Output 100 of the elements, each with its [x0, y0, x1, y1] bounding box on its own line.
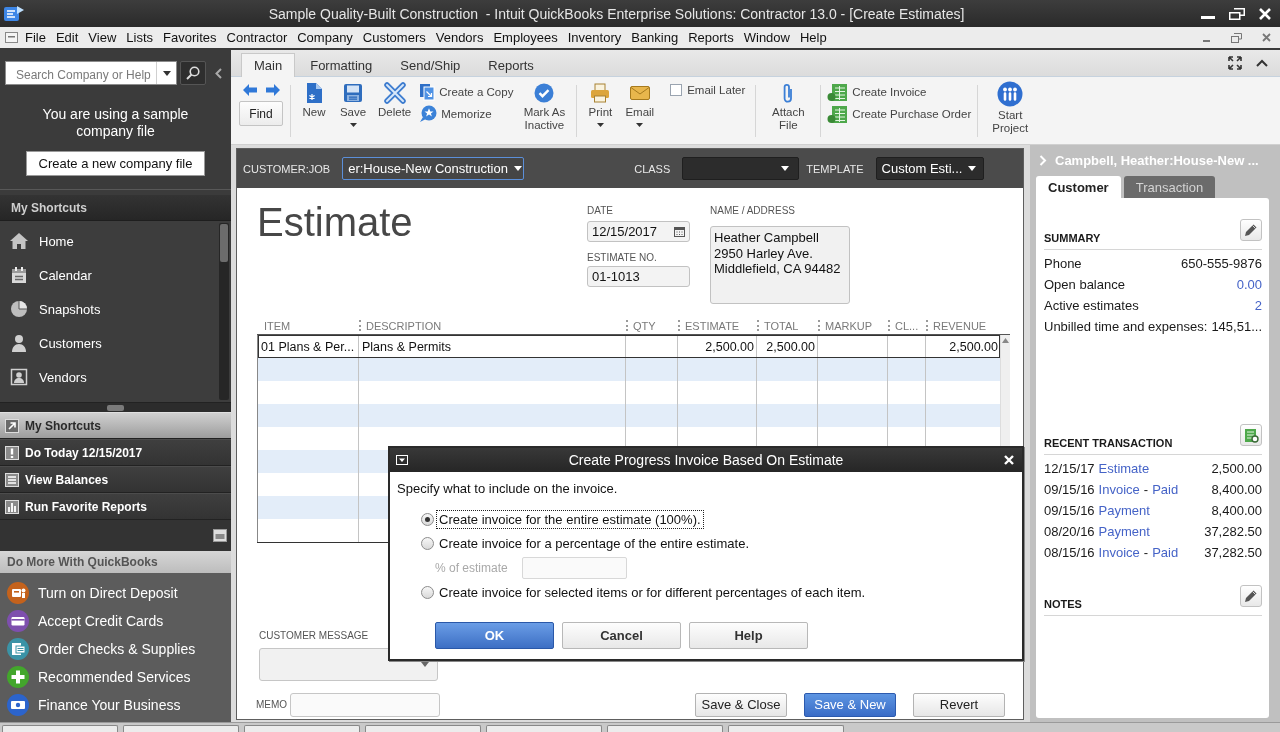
- promo-item[interactable]: Finance Your Business: [0, 691, 231, 719]
- edit-button[interactable]: [1240, 219, 1262, 241]
- toolbar-link[interactable]: Memorize: [419, 103, 514, 125]
- sidebar-tab[interactable]: View Balances: [0, 466, 231, 493]
- edit-button[interactable]: [1240, 585, 1262, 607]
- find-button[interactable]: Find: [239, 101, 283, 126]
- date-field[interactable]: 12/15/2017: [587, 221, 690, 242]
- menu-item[interactable]: Favorites: [158, 28, 222, 47]
- chevron-left-icon[interactable]: [215, 67, 222, 79]
- ribbon-tab[interactable]: Formatting: [297, 53, 386, 76]
- radio-button[interactable]: [421, 585, 434, 599]
- menu-item[interactable]: Window: [738, 28, 795, 47]
- shortcut-item[interactable]: Calendar: [0, 258, 219, 292]
- panel-tab[interactable]: Customer: [1036, 176, 1121, 198]
- splitter-handle[interactable]: [107, 404, 124, 411]
- menu-item[interactable]: File: [20, 28, 51, 47]
- sidebar-tab[interactable]: My Shortcuts: [0, 412, 231, 439]
- transaction-link[interactable]: Invoice: [1098, 545, 1140, 560]
- status-link[interactable]: Paid: [1152, 482, 1179, 497]
- option-label[interactable]: Create invoice for a percentage of the entire estimate.: [437, 534, 751, 552]
- dialog-button[interactable]: Help: [689, 622, 808, 649]
- radio-button[interactable]: [421, 512, 434, 526]
- toolbar-button[interactable]: Mark As Inactive: [518, 81, 571, 132]
- caret-up-icon[interactable]: [1256, 59, 1268, 67]
- estimate-number-field[interactable]: 01-1013: [587, 266, 690, 287]
- menu-item[interactable]: Contractor: [221, 28, 293, 47]
- toolbar-button[interactable]: Print: [583, 81, 618, 127]
- scrollbar[interactable]: [219, 223, 229, 400]
- checkbox[interactable]: [670, 83, 683, 96]
- create-company-button[interactable]: Create a new company file: [26, 151, 205, 176]
- menu-item[interactable]: Banking: [626, 28, 684, 47]
- field-label: CUSTOMER:JOB: [243, 162, 331, 175]
- toolbar-button[interactable]: Save: [336, 81, 370, 127]
- menu-item[interactable]: Reports: [683, 28, 739, 47]
- dialog-button[interactable]: OK: [435, 622, 554, 649]
- toolbar-button[interactable]: Attach File: [762, 81, 815, 132]
- triangle-up-icon[interactable]: [1002, 338, 1009, 343]
- toolbar-button[interactable]: New: [297, 81, 331, 119]
- menu-item[interactable]: Inventory: [562, 28, 627, 47]
- promo-item[interactable]: Order Checks & Supplies: [0, 635, 231, 663]
- menu-item[interactable]: Vendors: [430, 28, 489, 47]
- option-label[interactable]: Create invoice for the entire estimate (100%).: [437, 510, 703, 528]
- transaction-link[interactable]: Payment: [1098, 503, 1150, 518]
- shortcut-item[interactable]: Customers: [0, 326, 219, 360]
- status-link[interactable]: Paid: [1152, 545, 1179, 560]
- menu-item[interactable]: Edit: [50, 28, 84, 47]
- customer-job-dropdown[interactable]: er:House-New Construction: [342, 157, 525, 180]
- transaction-link[interactable]: Payment: [1098, 524, 1150, 539]
- ribbon-tab[interactable]: Reports: [475, 53, 547, 76]
- promo-item[interactable]: Turn on Direct Deposit: [0, 579, 231, 607]
- arrow-right-icon[interactable]: [265, 84, 280, 96]
- shortcut-item[interactable]: Home: [0, 224, 219, 258]
- search-button[interactable]: [180, 61, 206, 85]
- restore-icon[interactable]: [1229, 7, 1245, 20]
- form-button[interactable]: Save & New: [804, 692, 896, 717]
- toolbar-link[interactable]: Create a Copy: [419, 81, 514, 103]
- menu-item[interactable]: View: [83, 28, 122, 47]
- radio-button[interactable]: [421, 536, 434, 550]
- toolbar-button[interactable]: Email: [622, 81, 658, 127]
- transaction-link[interactable]: Invoice: [1098, 482, 1140, 497]
- ribbon-tab[interactable]: Main: [241, 53, 296, 77]
- menu-item[interactable]: Employees: [488, 28, 563, 47]
- menu-item[interactable]: Company: [292, 28, 358, 47]
- address-field[interactable]: Heather Campbell 2950 Harley Ave. Middlefield, CA 94482: [710, 226, 850, 304]
- sidebar-tab[interactable]: Run Favorite Reports: [0, 493, 231, 520]
- ribbon-tab[interactable]: Send/Ship: [387, 53, 474, 76]
- form-button[interactable]: Revert: [913, 692, 1005, 717]
- arrow-left-icon[interactable]: [242, 84, 257, 96]
- toolbar-link[interactable]: Create Invoice: [827, 81, 972, 103]
- panel-tab[interactable]: Transaction: [1123, 176, 1216, 198]
- template-dropdown[interactable]: Custom Esti...: [875, 157, 984, 180]
- shortcut-item[interactable]: Vendors: [0, 360, 219, 394]
- paperclip-icon: [782, 82, 795, 103]
- shortcut-item[interactable]: Snapshots: [0, 292, 219, 326]
- summary-link[interactable]: 2: [1254, 298, 1262, 313]
- transaction-link[interactable]: Estimate: [1098, 461, 1150, 476]
- report-button[interactable]: [1240, 424, 1262, 446]
- memo-field[interactable]: [290, 692, 440, 717]
- table-row[interactable]: 01 Plans & Per... Plans & Permits 2,500.00 2,500.00 2,500.00: [258, 335, 1000, 358]
- promo-item[interactable]: Accept Credit Cards: [0, 607, 231, 635]
- toolbar-button[interactable]: Delete: [375, 81, 415, 119]
- option-label[interactable]: Create invoice for selected items or for different percentages of each item.: [437, 583, 868, 601]
- caret-down-icon[interactable]: [162, 70, 171, 76]
- sidebar-tab[interactable]: Do Today 12/15/2017: [0, 439, 231, 466]
- calendar-icon[interactable]: [674, 226, 685, 237]
- window-tab-bar[interactable]: [0, 722, 1280, 732]
- summary-link[interactable]: 0.00: [1236, 277, 1262, 292]
- menu-item[interactable]: Lists: [121, 28, 159, 47]
- menu-item[interactable]: Customers: [357, 28, 431, 47]
- menu-item[interactable]: Help: [795, 28, 832, 47]
- expand-icon[interactable]: [1228, 56, 1242, 70]
- form-button[interactable]: Save & Close: [695, 692, 787, 717]
- toolbar-link[interactable]: Create Purchase Order: [827, 103, 972, 125]
- promo-item[interactable]: Recommended Services: [0, 663, 231, 691]
- panel-toggle-icon[interactable]: [213, 529, 227, 542]
- dialog-button[interactable]: Cancel: [562, 622, 681, 649]
- checkbox-label[interactable]: Email Later: [687, 83, 746, 96]
- field-label: % of estimate: [435, 560, 509, 575]
- search-field[interactable]: Search Company or Help: [5, 61, 177, 85]
- toolbar-button[interactable]: Start Project: [984, 81, 1037, 135]
